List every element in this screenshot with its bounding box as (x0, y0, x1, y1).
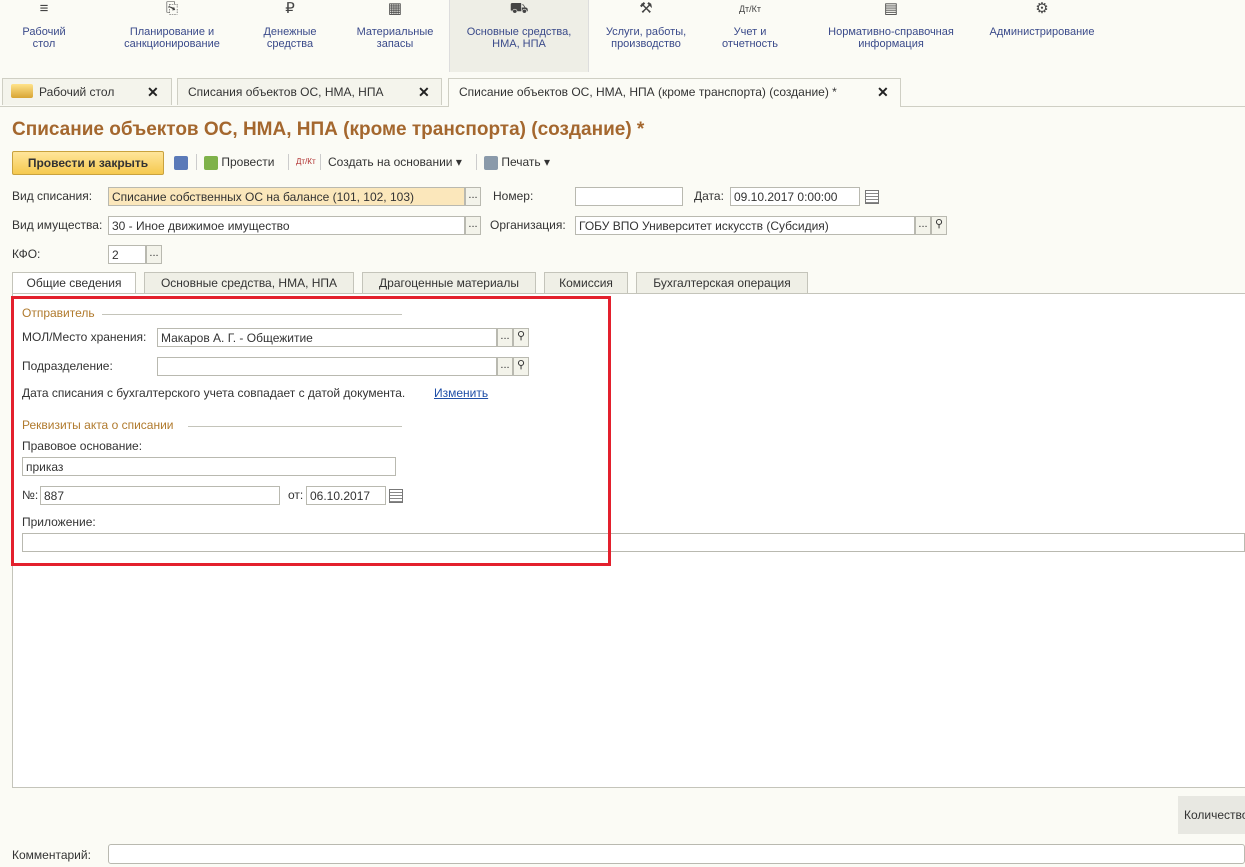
section-reference[interactable]: ▤ Нормативно-справочная информация (816, 0, 966, 72)
section-label: Основные средства, (466, 26, 572, 38)
tab-fixed-assets[interactable]: Основные средства, НМА, НПА (144, 272, 354, 293)
section-label: запасы (376, 38, 414, 50)
post-label: Провести (221, 155, 275, 169)
choose-button[interactable]: ... (146, 245, 162, 264)
section-label: средства (266, 38, 314, 50)
post-icon (204, 155, 218, 170)
organization-field[interactable]: ГОБУ ВПО Университет искусств (Субсидия) (575, 216, 915, 235)
planning-icon: ⎘ (165, 0, 178, 17)
floppy-icon (174, 155, 188, 170)
save-button[interactable] (174, 151, 188, 173)
close-icon[interactable]: ✕ (418, 79, 430, 106)
open-tabs-bar: Рабочий стол ✕ Списания объектов ОС, НМА… (0, 76, 1245, 107)
section-services[interactable]: ⚒ Услуги, работы, производство (594, 0, 698, 72)
choose-button[interactable]: ... (465, 216, 481, 235)
tab-desktop[interactable]: Рабочий стол ✕ (2, 78, 172, 105)
choose-button[interactable]: ... (465, 187, 481, 206)
tab-commission[interactable]: Комиссия (544, 272, 628, 293)
section-label: Рабочий (22, 26, 66, 38)
truck-icon: ⛟ (509, 0, 529, 17)
section-label: производство (611, 38, 681, 50)
debit-credit-button[interactable]: Дт/Кт (296, 151, 316, 173)
printer-icon (484, 155, 498, 170)
close-icon[interactable]: ✕ (877, 79, 889, 106)
section-materials[interactable]: ▦ Материальные запасы (348, 0, 442, 72)
close-icon[interactable]: ✕ (147, 79, 159, 106)
calendar-icon[interactable] (865, 190, 879, 204)
chevron-down-icon: ▾ (544, 155, 551, 169)
section-label: НМА, НПА (492, 38, 546, 50)
search-icon[interactable]: ⚲ (931, 216, 947, 235)
tab-accounting-operation[interactable]: Бухгалтерская операция (636, 272, 808, 293)
create-based-label: Создать на основании (328, 155, 453, 169)
desk-icon (11, 84, 33, 98)
sections-panel: ≡ Рабочий стол ⎘ Планирование и санкцион… (0, 0, 1245, 72)
tab-write-off-create[interactable]: Списание объектов ОС, НМА, НПА (кроме тр… (448, 78, 901, 107)
tab-label: Рабочий стол (39, 85, 115, 99)
tab-general[interactable]: Общие сведения (12, 272, 136, 295)
tab-label: Списания объектов ОС, НМА, НПА (188, 85, 384, 99)
write-off-type-label: Вид списания: (12, 189, 93, 203)
section-label: Услуги, работы, (605, 26, 687, 38)
section-label: отчетность (722, 38, 778, 50)
warehouse-icon: ▦ (387, 0, 403, 17)
section-accounting[interactable]: Дт/Кт Учет и отчетность (712, 0, 788, 72)
separator (288, 154, 289, 170)
highlight-frame (11, 296, 611, 566)
quantity-header: Количество (1178, 796, 1245, 834)
tab-precious-materials[interactable]: Драгоценные материалы (362, 272, 536, 293)
section-label: стол (32, 38, 56, 50)
kfo-field[interactable]: 2 (108, 245, 146, 264)
separator (196, 154, 197, 170)
tab-label: Списание объектов ОС, НМА, НПА (кроме тр… (459, 85, 837, 99)
section-label: санкционирование (124, 38, 220, 50)
organization-label: Организация: (490, 218, 566, 232)
ruble-icon: ₽ (285, 0, 295, 17)
section-admin[interactable]: ⚙ Администрирование (980, 0, 1104, 72)
section-money[interactable]: ₽ Денежные средства (252, 0, 328, 72)
date-field[interactable]: 09.10.2017 0:00:00 (730, 187, 860, 206)
section-label: информация (858, 38, 924, 50)
create-based-on-button[interactable]: Создать на основании ▾ (328, 151, 462, 173)
menu-icon: ≡ (39, 0, 49, 17)
date-label: Дата: (694, 189, 724, 203)
post-and-close-button[interactable]: Провести и закрыть (12, 151, 164, 175)
choose-button[interactable]: ... (915, 216, 931, 235)
section-desktop[interactable]: ≡ Рабочий стол (16, 0, 72, 72)
section-label: Нормативно-справочная (828, 26, 954, 38)
debit-credit-icon: Дт/Кт (738, 4, 762, 14)
separator (476, 154, 477, 170)
property-type-field[interactable]: 30 - Иное движимое имущество (108, 216, 465, 235)
comment-label: Комментарий: (12, 848, 91, 862)
section-planning[interactable]: ⎘ Планирование и санкционирование (112, 0, 232, 72)
section-label: Денежные (263, 26, 317, 38)
section-label: Планирование и (129, 26, 215, 38)
print-button[interactable]: Печать ▾ (484, 151, 550, 173)
number-field[interactable] (575, 187, 683, 206)
page-title: Списание объектов ОС, НМА, НПА (кроме тр… (12, 119, 645, 140)
comment-field[interactable] (108, 844, 1245, 864)
reference-book-icon: ▤ (883, 0, 899, 17)
gear-icon: ⚙ (1035, 0, 1049, 17)
property-type-label: Вид имущества: (12, 218, 103, 232)
number-label: Номер: (493, 189, 534, 203)
section-label: Материальные (356, 26, 434, 38)
print-label: Печать (501, 155, 541, 169)
kfo-label: КФО: (12, 247, 41, 261)
write-off-type-field[interactable]: Списание собственных ОС на балансе (101,… (108, 187, 465, 206)
section-label: Учет и (733, 26, 767, 38)
tab-write-off-list[interactable]: Списания объектов ОС, НМА, НПА ✕ (177, 78, 442, 105)
form-tabs: Общие сведения Основные средства, НМА, Н… (12, 272, 1245, 295)
chevron-down-icon: ▾ (455, 155, 462, 169)
post-button[interactable]: Провести (204, 151, 274, 173)
separator (320, 154, 321, 170)
section-fixed-assets[interactable]: ⛟ Основные средства, НМА, НПА (449, 0, 589, 72)
tools-icon: ⚒ (639, 0, 653, 17)
section-label: Администрирование (989, 26, 1095, 38)
